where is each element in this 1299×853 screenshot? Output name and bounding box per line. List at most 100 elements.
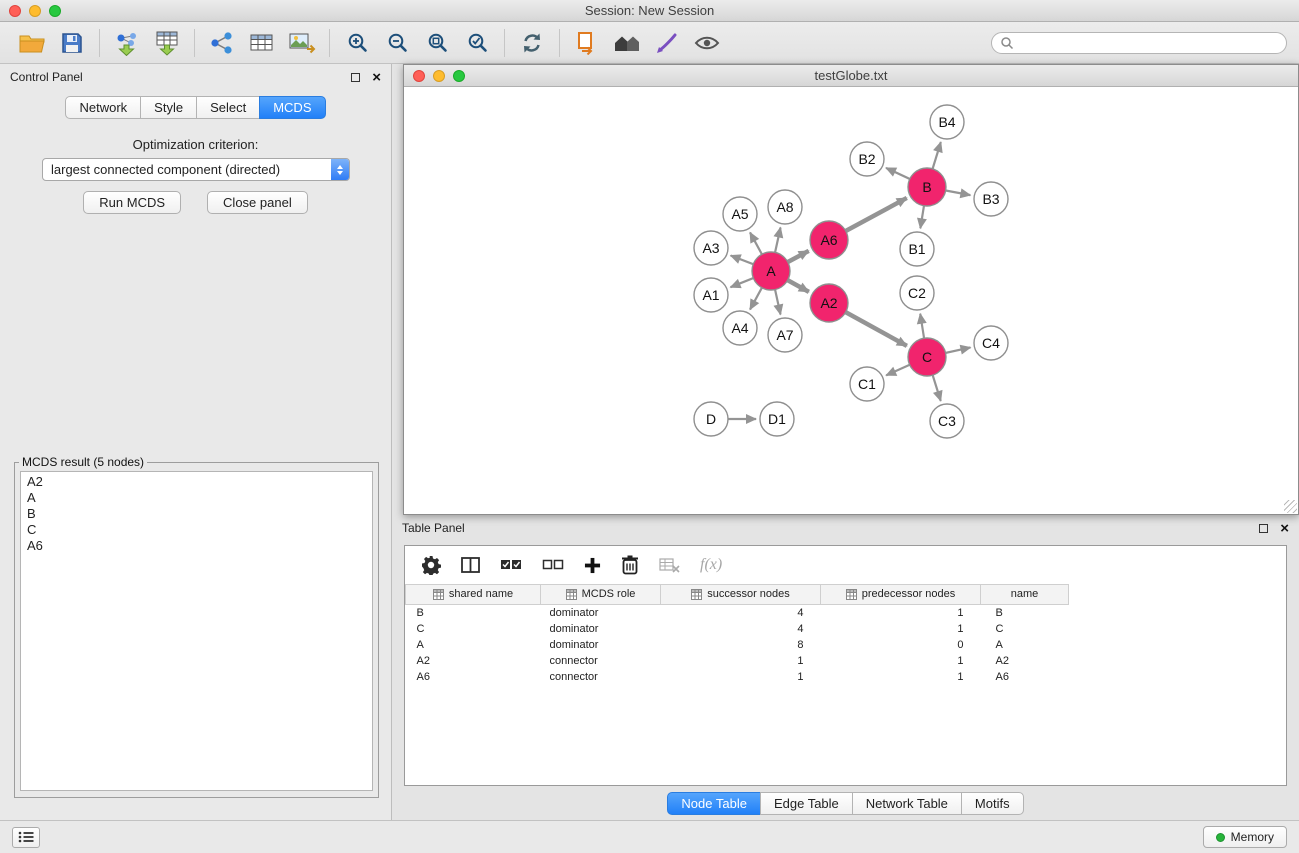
table-row[interactable]: A2connector11A2: [406, 653, 1069, 669]
table-cell[interactable]: connector: [541, 653, 661, 669]
table-cell[interactable]: C: [406, 621, 541, 637]
table-cell[interactable]: 1: [821, 605, 981, 621]
graph-node-C3[interactable]: C3: [930, 404, 964, 438]
zoom-fit-button[interactable]: [417, 26, 457, 60]
tab-style[interactable]: Style: [140, 96, 197, 119]
save-session-button[interactable]: [52, 26, 92, 60]
table-cell[interactable]: 8: [661, 637, 821, 653]
table-cell[interactable]: 4: [661, 605, 821, 621]
table-cell[interactable]: A: [406, 637, 541, 653]
graph-node-D1[interactable]: D1: [760, 402, 794, 436]
graph-node-B[interactable]: B: [908, 168, 946, 206]
table-cell[interactable]: dominator: [541, 637, 661, 653]
graph-node-A[interactable]: A: [752, 252, 790, 290]
import-table-button[interactable]: [147, 26, 187, 60]
table-cell[interactable]: A6: [981, 669, 1069, 685]
zoom-in-button[interactable]: [337, 26, 377, 60]
zoom-out-button[interactable]: [377, 26, 417, 60]
float-panel-icon[interactable]: [351, 73, 360, 82]
column-header-predecessor-nodes[interactable]: predecessor nodes: [821, 585, 981, 605]
table-cell[interactable]: 0: [821, 637, 981, 653]
table-cell[interactable]: A2: [981, 653, 1069, 669]
new-network-button[interactable]: [202, 26, 242, 60]
close-panel-icon[interactable]: ×: [372, 70, 381, 85]
graph-node-A2[interactable]: A2: [810, 284, 848, 322]
graph-node-A4[interactable]: A4: [723, 311, 757, 345]
close-panel-button[interactable]: Close panel: [207, 191, 308, 214]
import-network-button[interactable]: [107, 26, 147, 60]
deselect-all-button[interactable]: [542, 558, 564, 572]
minimize-window-button[interactable]: [29, 5, 41, 17]
graph-node-B1[interactable]: B1: [900, 232, 934, 266]
tab-network-table[interactable]: Network Table: [852, 792, 962, 815]
search-input[interactable]: [1019, 36, 1278, 50]
table-cell[interactable]: dominator: [541, 605, 661, 621]
visual-styles-button[interactable]: [647, 26, 687, 60]
mcds-result-item[interactable]: B: [21, 506, 372, 522]
table-cell[interactable]: C: [981, 621, 1069, 637]
show-details-button[interactable]: [687, 26, 727, 60]
table-cell[interactable]: B: [406, 605, 541, 621]
open-session-button[interactable]: [12, 26, 52, 60]
column-header-mcds-role[interactable]: MCDS role: [541, 585, 661, 605]
graph-node-A5[interactable]: A5: [723, 197, 757, 231]
new-table-button[interactable]: [242, 26, 282, 60]
refresh-button[interactable]: [512, 26, 552, 60]
function-builder-button[interactable]: f(x): [700, 556, 722, 574]
tab-motifs[interactable]: Motifs: [961, 792, 1024, 815]
close-table-panel-icon[interactable]: ×: [1280, 521, 1289, 536]
network-minimize-button[interactable]: [433, 70, 445, 82]
table-cell[interactable]: 1: [821, 653, 981, 669]
mcds-result-item[interactable]: A2: [21, 474, 372, 490]
run-mcds-button[interactable]: Run MCDS: [83, 191, 181, 214]
graph-node-A1[interactable]: A1: [694, 278, 728, 312]
table-cell[interactable]: 1: [661, 669, 821, 685]
table-row[interactable]: Cdominator41C: [406, 621, 1069, 637]
delete-column-button[interactable]: [621, 555, 639, 575]
resize-grip[interactable]: [1284, 500, 1297, 513]
graph-node-A8[interactable]: A8: [768, 190, 802, 224]
network-canvas[interactable]: B4B2BB3A5A8A6A3AB1A1A2C2A4A7C4CC1DD1C3: [404, 88, 1298, 514]
maximize-window-button[interactable]: [49, 5, 61, 17]
tab-network[interactable]: Network: [65, 96, 141, 119]
graph-node-A3[interactable]: A3: [694, 231, 728, 265]
close-window-button[interactable]: [9, 5, 21, 17]
show-task-history-button[interactable]: [12, 827, 40, 848]
graph-node-A6[interactable]: A6: [810, 221, 848, 259]
column-header-shared-name[interactable]: shared name: [406, 585, 541, 605]
zoom-selected-button[interactable]: [457, 26, 497, 60]
delete-table-button[interactable]: [659, 557, 680, 573]
tab-edge-table[interactable]: Edge Table: [760, 792, 853, 815]
table-cell[interactable]: A6: [406, 669, 541, 685]
optimization-criterion-dropdown[interactable]: largest connected component (directed): [42, 158, 350, 181]
table-cell[interactable]: 1: [821, 621, 981, 637]
tab-node-table[interactable]: Node Table: [667, 792, 761, 815]
apply-layout-button[interactable]: [567, 26, 607, 60]
table-cell[interactable]: A: [981, 637, 1069, 653]
table-cell[interactable]: connector: [541, 669, 661, 685]
mcds-result-item[interactable]: A: [21, 490, 372, 506]
graph-node-C2[interactable]: C2: [900, 276, 934, 310]
memory-button[interactable]: Memory: [1203, 826, 1287, 848]
column-header-name[interactable]: name: [981, 585, 1069, 605]
table-cell[interactable]: A2: [406, 653, 541, 669]
network-close-button[interactable]: [413, 70, 425, 82]
mcds-result-item[interactable]: C: [21, 522, 372, 538]
table-cell[interactable]: B: [981, 605, 1069, 621]
table-row[interactable]: Bdominator41B: [406, 605, 1069, 621]
table-cell[interactable]: 1: [821, 669, 981, 685]
home-button[interactable]: [607, 26, 647, 60]
export-image-button[interactable]: [282, 26, 322, 60]
table-row[interactable]: A6connector11A6: [406, 669, 1069, 685]
tab-mcds[interactable]: MCDS: [259, 96, 325, 119]
add-column-button[interactable]: [584, 557, 601, 574]
network-maximize-button[interactable]: [453, 70, 465, 82]
table-cell[interactable]: 4: [661, 621, 821, 637]
graph-node-C1[interactable]: C1: [850, 367, 884, 401]
table-settings-button[interactable]: [421, 555, 441, 575]
mcds-result-item[interactable]: A6: [21, 538, 372, 554]
float-table-panel-icon[interactable]: [1259, 524, 1268, 533]
graph-node-B3[interactable]: B3: [974, 182, 1008, 216]
graph-node-D[interactable]: D: [694, 402, 728, 436]
graph-node-B4[interactable]: B4: [930, 105, 964, 139]
